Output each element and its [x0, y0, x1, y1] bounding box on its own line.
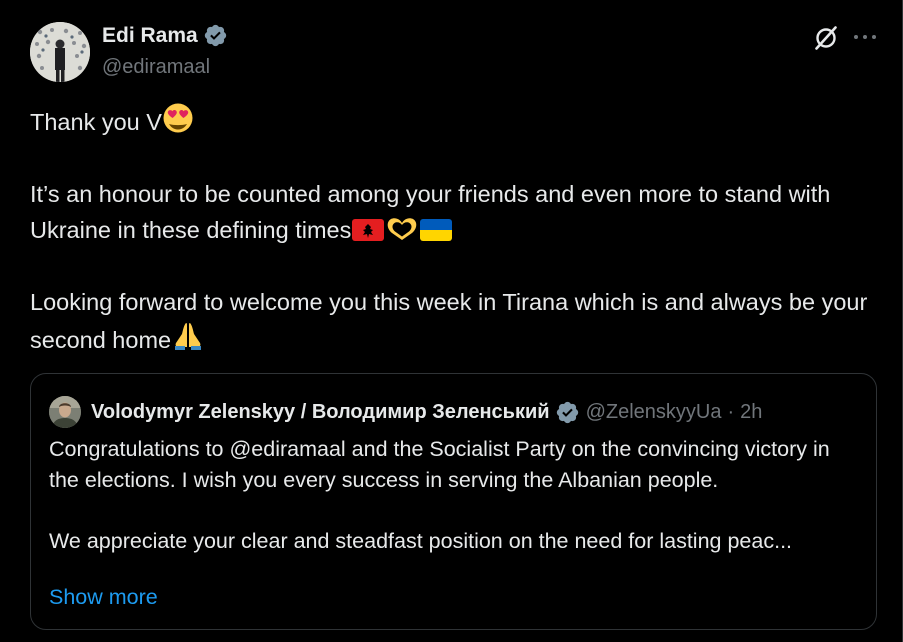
- quoted-tweet-text: Congratulations to @ediramaal and the So…: [49, 434, 864, 556]
- tweet-line-1: Thank you V: [30, 109, 162, 135]
- quoted-tweet-time[interactable]: 2h: [740, 401, 762, 424]
- tweet-container: Edi Rama @ediramaal Thank you V It’s an …: [0, 0, 903, 642]
- tweet-text: Thank you V It’s an honour to be counted…: [30, 102, 890, 358]
- folded-hands-emoji-icon: [175, 323, 202, 350]
- author-avatar[interactable]: [30, 22, 90, 82]
- show-more-link[interactable]: Show more: [49, 585, 158, 610]
- quoted-author-handle[interactable]: @ZelenskyyUa: [586, 401, 722, 424]
- quoted-author-avatar[interactable]: [49, 396, 81, 428]
- author-name[interactable]: Edi Rama: [102, 24, 198, 48]
- grok-icon[interactable]: [812, 24, 840, 52]
- heart-hands-emoji-icon: [388, 218, 417, 240]
- tweet-paragraph: Looking forward to welcome you this week…: [30, 284, 890, 358]
- quoted-tweet-header: Volodymyr Zelenskyy / Володимир Зеленськ…: [49, 396, 762, 428]
- quoted-author-name[interactable]: Volodymyr Zelenskyy / Володимир Зеленськ…: [91, 401, 550, 424]
- more-options-icon[interactable]: [852, 24, 878, 50]
- quoted-paragraph-2: We appreciate your clear and steadfast p…: [49, 528, 793, 553]
- tweet-paragraph: Thank you V: [30, 102, 890, 140]
- verified-badge-icon: [556, 401, 578, 423]
- separator-dot: ·: [727, 400, 735, 423]
- author-handle[interactable]: @ediramaal: [102, 56, 210, 79]
- ukraine-flag-emoji-icon: [420, 219, 453, 241]
- heart-eyes-emoji-icon: [163, 103, 193, 133]
- tweet-line-3: Looking forward to welcome you this week…: [30, 289, 868, 353]
- verified-badge-icon: [204, 24, 226, 47]
- quoted-paragraph-1: Congratulations to @ediramaal and the So…: [49, 437, 830, 492]
- author-name-row: Edi Rama: [102, 23, 228, 48]
- quoted-tweet[interactable]: Volodymyr Zelenskyy / Володимир Зеленськ…: [30, 373, 877, 630]
- tweet-paragraph: It’s an honour to be counted among your …: [30, 176, 890, 248]
- albania-flag-emoji-icon: [352, 219, 385, 241]
